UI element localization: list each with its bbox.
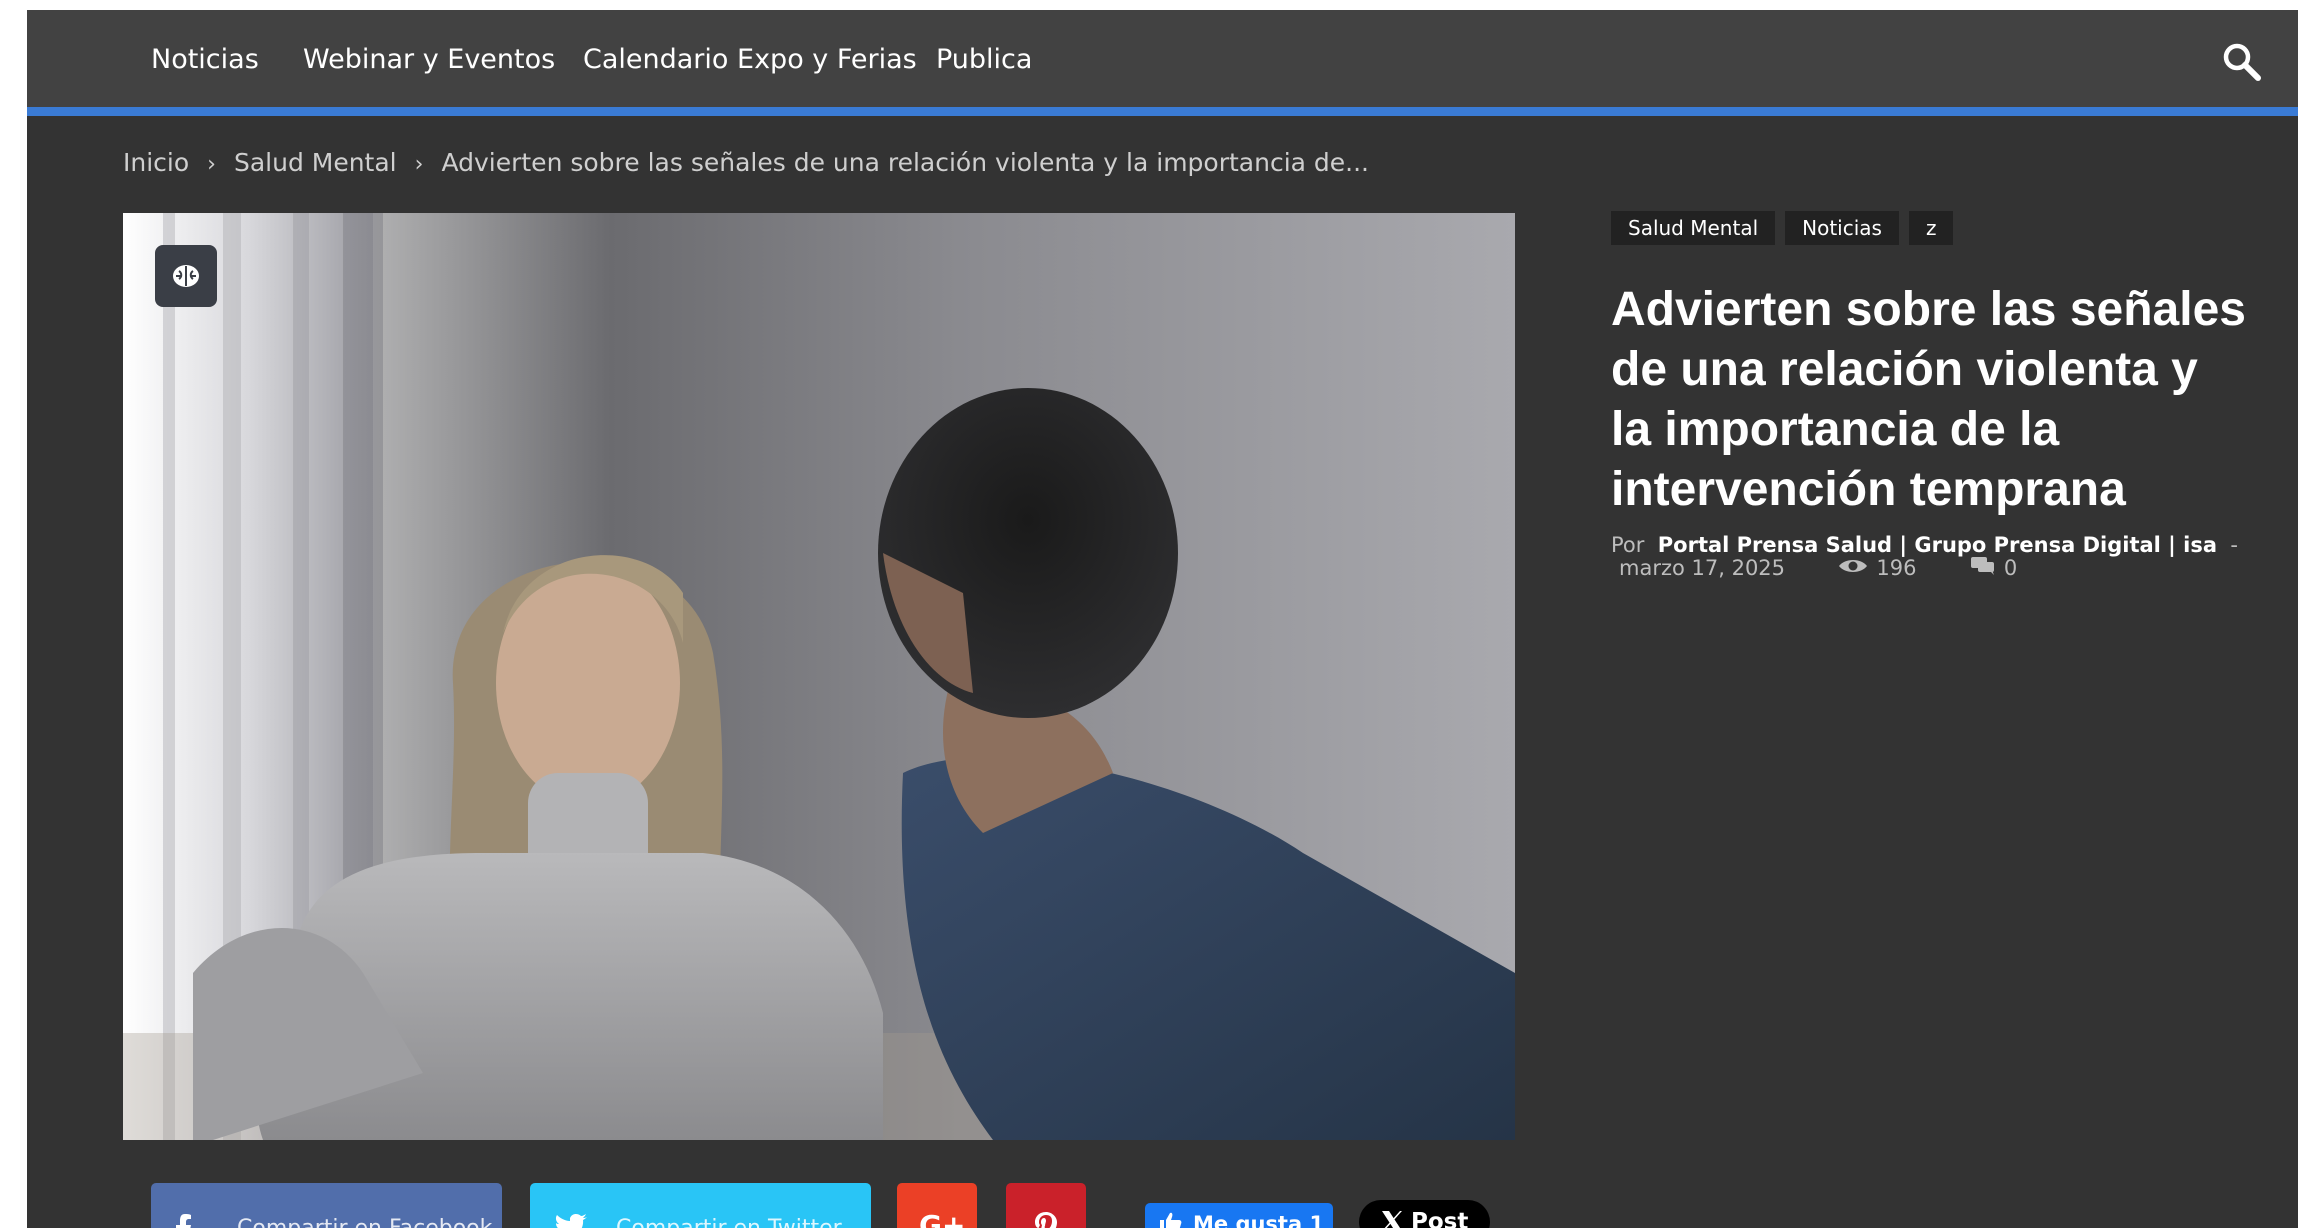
thumbs-up-icon — [1159, 1211, 1183, 1228]
article-meta-line: marzo 17, 2025 196 0 — [1619, 555, 2017, 581]
facebook-like-button[interactable]: Me gusta 1 — [1145, 1203, 1333, 1228]
eye-icon — [1838, 556, 1868, 580]
breadcrumb-home[interactable]: Inicio — [123, 148, 189, 177]
x-logo-icon — [1381, 1210, 1403, 1228]
comments-icon — [1970, 556, 1996, 581]
breadcrumb-current: Advierten sobre las señales de una relac… — [441, 148, 1370, 177]
site-wrapper: Noticias Webinar y Eventos Calendario Ex… — [27, 10, 2298, 1228]
share-twitter-label: Compartir en Twitter — [616, 1217, 842, 1228]
brain-icon[interactable] — [155, 245, 217, 307]
header-accent-line — [27, 107, 2298, 116]
googleplus-icon: G+ — [919, 1209, 966, 1228]
tag-z[interactable]: z — [1908, 211, 1954, 245]
byline-author[interactable]: Portal Prensa Salud | Grupo Prensa Digit… — [1658, 533, 2217, 557]
breadcrumb-separator: › — [414, 152, 424, 177]
top-navigation-bar: Noticias Webinar y Eventos Calendario Ex… — [27, 10, 2298, 107]
byline-por: Por — [1611, 533, 1645, 557]
search-icon[interactable] — [2220, 40, 2264, 84]
share-facebook-label: Compartir en Facebook — [237, 1217, 492, 1228]
photo-couple-arguing — [123, 213, 1515, 1140]
twitter-icon — [554, 1213, 588, 1228]
article-date: marzo 17, 2025 — [1619, 556, 1786, 580]
featured-image[interactable] — [123, 213, 1515, 1140]
article-tags: Salud Mental Noticias z — [1611, 211, 1963, 245]
view-count: 196 — [1876, 556, 1917, 580]
article-byline: Por Portal Prensa Salud | Grupo Prensa D… — [1611, 534, 2251, 556]
nav-item-publica[interactable]: Publica — [936, 44, 1032, 76]
breadcrumb: Inicio › Salud Mental › Advierten sobre las … — [123, 147, 1369, 181]
comment-count[interactable]: 0 — [2004, 556, 2017, 580]
nav-item-webinar-eventos[interactable]: Webinar y Eventos — [303, 44, 555, 76]
breadcrumb-separator: › — [207, 152, 216, 177]
byline-dash: - — [2230, 533, 2238, 557]
breadcrumb-category[interactable]: Salud Mental — [234, 148, 397, 177]
post-label: Post — [1411, 1209, 1469, 1228]
nav-item-calendario[interactable]: Calendario Expo y Ferias — [583, 44, 917, 76]
article-title: Advierten sobre las señales de una relac… — [1611, 283, 2246, 516]
share-facebook-button[interactable]: Compartir en Facebook — [151, 1183, 502, 1228]
share-twitter-button[interactable]: Compartir en Twitter — [530, 1183, 871, 1228]
tag-noticias[interactable]: Noticias — [1785, 211, 1899, 245]
share-pinterest-button[interactable] — [1006, 1183, 1086, 1228]
x-post-button[interactable]: Post — [1359, 1200, 1490, 1228]
tag-salud-mental[interactable]: Salud Mental — [1611, 211, 1776, 245]
pinterest-icon — [1034, 1211, 1058, 1228]
nav-item-noticias[interactable]: Noticias — [151, 44, 259, 76]
like-label: Me gusta 1 — [1193, 1212, 1325, 1228]
share-googleplus-button[interactable]: G+ — [897, 1183, 977, 1228]
facebook-icon — [173, 1213, 193, 1228]
